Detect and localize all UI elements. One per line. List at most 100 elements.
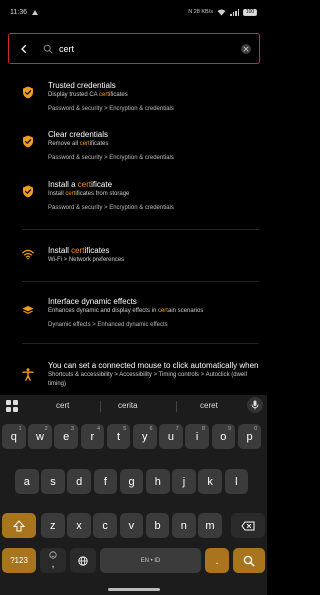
key-alt-label: 3 [70, 426, 74, 432]
key-r[interactable]: r4 [80, 424, 105, 449]
result-title: Trusted credentials [48, 81, 116, 90]
wifi-icon [22, 248, 34, 260]
result-autoclick[interactable]: You can set a connected mouse to click a… [0, 360, 267, 389]
key-alt-label: 2 [44, 426, 48, 432]
status-right: N 28 KB/s 100 [188, 8, 257, 16]
key-label: r [90, 430, 95, 443]
key-p[interactable]: p0 [237, 424, 262, 449]
backspace-key[interactable] [231, 513, 265, 538]
result-install-a-certificate[interactable]: Install a certificate Install certificat… [0, 179, 267, 213]
key-label: q [10, 430, 17, 443]
emoji-comma-key[interactable]: , [40, 548, 66, 573]
key-b[interactable]: b [145, 513, 170, 538]
key-label: p [246, 430, 253, 443]
key-f[interactable]: f [93, 469, 118, 494]
result-title: Install a certificate [48, 180, 113, 189]
key-z[interactable]: z [41, 513, 65, 538]
suggestion-1[interactable]: cert [56, 401, 69, 410]
key-alt-label: 4 [97, 426, 101, 432]
status-bar: 11:36 N 28 KB/s 100 [0, 0, 267, 24]
suggestion-3[interactable]: ceret [200, 401, 218, 410]
suggestion-2[interactable]: cerita [118, 401, 138, 410]
result-title: Clear credentials [48, 130, 109, 139]
search-input[interactable]: cert [59, 44, 241, 54]
key-n[interactable]: n [172, 513, 196, 538]
notification-icon [32, 9, 38, 15]
result-path: Dynamic effects > Enhanced dynamic effec… [48, 322, 168, 328]
battery-icon: 100 [243, 8, 257, 16]
result-subtitle: Wi-Fi > Network preferences [48, 257, 125, 263]
backspace-icon [241, 521, 255, 530]
key-l[interactable]: l [224, 469, 249, 494]
key-alt-label: 5 [123, 426, 127, 432]
key-d[interactable]: d [67, 469, 91, 494]
key-a[interactable]: a [15, 469, 39, 494]
result-path: Password & security > Encryption & crede… [48, 106, 174, 112]
key-x[interactable]: x [67, 513, 91, 538]
search-icon [41, 42, 55, 56]
wifi-status-icon [217, 9, 226, 15]
result-subtitle: Shortcuts & accessibility > Accessibilit… [48, 372, 247, 387]
key-label: y [142, 430, 148, 443]
divider [100, 401, 101, 412]
key-label: o [220, 430, 227, 443]
key-g[interactable]: g [119, 469, 144, 494]
battery-level: 100 [245, 9, 255, 15]
divider [22, 343, 259, 344]
globe-icon [78, 555, 88, 566]
network-speed: N 28 KB/s [188, 9, 213, 15]
key-alt-label: 7 [175, 426, 179, 432]
globe-key[interactable] [70, 548, 96, 573]
key-y[interactable]: y6 [133, 424, 157, 449]
divider [22, 229, 259, 230]
result-trusted-credentials[interactable]: Trusted credentials Display trusted CA c… [0, 80, 267, 114]
key-v[interactable]: v [119, 513, 144, 538]
key-i[interactable]: i8 [185, 424, 209, 449]
shield-check-icon [22, 86, 34, 98]
key-u[interactable]: u7 [159, 424, 183, 449]
result-title: Interface dynamic effects [48, 297, 137, 306]
key-label: i [195, 430, 199, 443]
key-label: w [35, 430, 44, 443]
key-j[interactable]: j [172, 469, 196, 494]
key-e[interactable]: e3 [54, 424, 78, 449]
back-arrow-icon[interactable] [17, 42, 31, 56]
key-label: t [117, 430, 121, 443]
keyboard: cert cerita ceret q1w2e3r4t5y6u7i8o9p0 a… [0, 395, 267, 595]
keyboard-menu-icon[interactable] [6, 400, 18, 412]
key-s[interactable]: s [41, 469, 65, 494]
key-c[interactable]: c [93, 513, 117, 538]
key-m[interactable]: m [198, 513, 222, 538]
period-key[interactable]: . [205, 548, 229, 573]
shift-key[interactable] [2, 513, 36, 538]
key-k[interactable]: k [198, 469, 222, 494]
key-o[interactable]: o9 [211, 424, 236, 449]
status-left: 11:36 [10, 9, 39, 16]
home-indicator[interactable] [108, 588, 160, 591]
space-key[interactable]: EN • ID [100, 548, 201, 573]
key-h[interactable]: h [146, 469, 170, 494]
search-bar[interactable]: cert [8, 33, 260, 64]
key-label: e [63, 430, 70, 443]
result-path: Password & security > Encryption & crede… [48, 205, 174, 211]
emoji-icon [49, 551, 57, 559]
result-title: You can set a connected mouse to click a… [48, 361, 259, 370]
clear-icon[interactable] [241, 43, 251, 54]
result-interface-dynamic-effects[interactable]: Interface dynamic effects Enhances dynam… [0, 296, 267, 330]
key-t[interactable]: t5 [106, 424, 131, 449]
result-title: Install certificates [48, 246, 110, 255]
shift-icon [13, 519, 25, 531]
result-subtitle: Install certificates from storage [48, 191, 130, 197]
search-key[interactable] [233, 548, 265, 573]
layers-icon [22, 304, 34, 316]
key-q[interactable]: q1 [2, 424, 26, 449]
symbols-key[interactable]: ?123 [2, 548, 36, 573]
divider [176, 401, 177, 412]
result-install-certificates-wifi[interactable]: Install certificates Wi-Fi > Network pre… [0, 245, 267, 265]
result-clear-credentials[interactable]: Clear credentials Remove all certificate… [0, 129, 267, 163]
search-icon [243, 555, 255, 566]
key-alt-label: 8 [201, 426, 205, 432]
key-w[interactable]: w2 [28, 424, 52, 449]
key-alt-label: 9 [228, 426, 232, 432]
mic-icon[interactable] [247, 397, 263, 413]
